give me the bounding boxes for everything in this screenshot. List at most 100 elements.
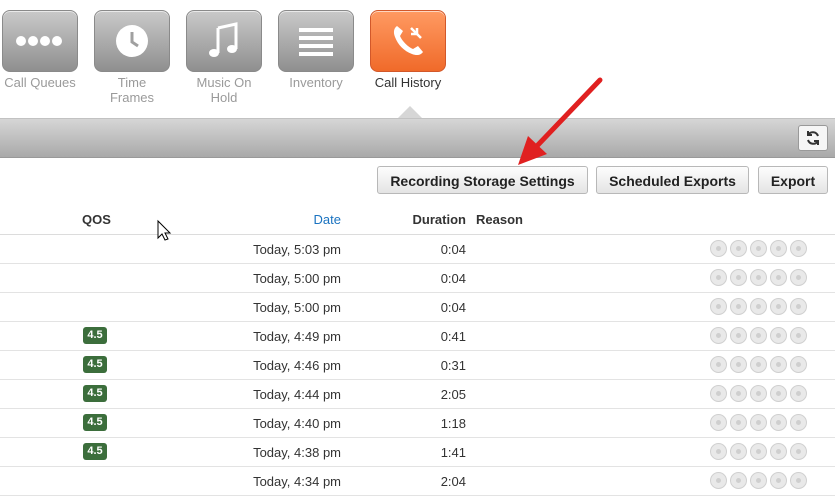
app-call-queues[interactable]: Call Queues <box>2 10 78 90</box>
transcript-icon[interactable] <box>770 472 787 489</box>
user-icon[interactable] <box>710 472 727 489</box>
details-icon[interactable] <box>790 443 807 460</box>
table-row[interactable]: Today, 5:00 pm 0:04 <box>0 293 835 322</box>
column-header-qos[interactable]: QOS <box>82 212 111 227</box>
details-icon[interactable] <box>790 472 807 489</box>
call-date: Today, 5:00 pm <box>253 271 341 286</box>
scheduled-exports-button[interactable]: Scheduled Exports <box>596 166 749 194</box>
music-note-icon <box>186 10 262 72</box>
speaker-icon[interactable] <box>730 240 747 257</box>
table-row[interactable]: Today, 4:34 pm 2:04 <box>0 467 835 496</box>
table-header: QOS Date Duration Reason <box>0 206 835 235</box>
details-icon[interactable] <box>790 356 807 373</box>
row-actions <box>710 269 810 287</box>
table-row[interactable]: 4.5 Today, 4:46 pm 0:31 <box>0 351 835 380</box>
call-duration: 0:04 <box>440 271 466 286</box>
search-icon[interactable] <box>750 385 767 402</box>
dots-icon <box>2 10 78 72</box>
call-date: Today, 4:40 pm <box>253 416 341 431</box>
table-row[interactable]: Today, 5:03 pm 0:04 <box>0 235 835 264</box>
row-actions <box>710 414 810 432</box>
call-duration: 0:04 <box>440 300 466 315</box>
user-icon[interactable] <box>710 385 727 402</box>
qos-badge: 4.5 <box>83 443 107 460</box>
row-actions <box>710 443 810 461</box>
user-icon[interactable] <box>710 414 727 431</box>
search-icon[interactable] <box>750 472 767 489</box>
app-inventory[interactable]: Inventory <box>278 10 354 90</box>
transcript-icon[interactable] <box>770 414 787 431</box>
details-icon[interactable] <box>790 414 807 431</box>
column-header-date[interactable]: Date <box>314 212 341 227</box>
table-row[interactable]: 4.5 Today, 4:40 pm 1:18 <box>0 409 835 438</box>
table-row[interactable]: 4.5 Today, 4:44 pm 2:05 <box>0 380 835 409</box>
app-label: Time Frames <box>109 75 155 105</box>
qos-badge: 4.5 <box>83 356 107 373</box>
details-icon[interactable] <box>790 240 807 257</box>
transcript-icon[interactable] <box>770 356 787 373</box>
list-icon <box>278 10 354 72</box>
table-row[interactable]: 4.5 Today, 4:38 pm 1:41 <box>0 438 835 467</box>
speaker-icon[interactable] <box>730 443 747 460</box>
app-label: Call History <box>374 75 442 90</box>
speaker-icon[interactable] <box>730 327 747 344</box>
column-header-reason[interactable]: Reason <box>476 212 523 227</box>
user-icon[interactable] <box>710 298 727 315</box>
transcript-icon[interactable] <box>770 443 787 460</box>
phone-history-icon <box>370 10 446 72</box>
row-actions <box>710 356 810 374</box>
call-date: Today, 4:44 pm <box>253 387 341 402</box>
app-call-history[interactable]: Call History <box>370 10 446 90</box>
row-actions <box>710 327 810 345</box>
app-music-on-hold[interactable]: Music On Hold <box>186 10 262 105</box>
search-icon[interactable] <box>750 327 767 344</box>
call-date: Today, 4:49 pm <box>253 329 341 344</box>
search-icon[interactable] <box>750 298 767 315</box>
app-label: Inventory <box>289 75 343 90</box>
details-icon[interactable] <box>790 298 807 315</box>
table-row[interactable]: 4.5 Today, 4:49 pm 0:41 <box>0 322 835 351</box>
user-icon[interactable] <box>710 327 727 344</box>
speaker-icon[interactable] <box>730 298 747 315</box>
refresh-button[interactable] <box>798 125 828 151</box>
details-icon[interactable] <box>790 385 807 402</box>
transcript-icon[interactable] <box>770 298 787 315</box>
speaker-icon[interactable] <box>730 356 747 373</box>
transcript-icon[interactable] <box>770 240 787 257</box>
app-launcher: Call Queues Time Frames Music On Hold In… <box>0 0 835 118</box>
user-icon[interactable] <box>710 356 727 373</box>
qos-badge: 4.5 <box>83 414 107 431</box>
call-date: Today, 5:03 pm <box>253 242 341 257</box>
column-header-duration[interactable]: Duration <box>413 212 466 227</box>
search-icon[interactable] <box>750 414 767 431</box>
row-actions <box>710 472 810 490</box>
user-icon[interactable] <box>710 240 727 257</box>
call-duration: 0:31 <box>440 358 466 373</box>
qos-badge: 4.5 <box>83 327 107 344</box>
speaker-icon[interactable] <box>730 414 747 431</box>
transcript-icon[interactable] <box>770 385 787 402</box>
call-duration: 1:18 <box>440 416 466 431</box>
row-actions <box>710 298 810 316</box>
toolbar-bar <box>0 118 835 158</box>
recording-storage-settings-button[interactable]: Recording Storage Settings <box>377 166 588 194</box>
speaker-icon[interactable] <box>730 269 747 286</box>
user-icon[interactable] <box>710 269 727 286</box>
search-icon[interactable] <box>750 443 767 460</box>
search-icon[interactable] <box>750 269 767 286</box>
call-date: Today, 4:46 pm <box>253 358 341 373</box>
call-duration: 0:04 <box>440 242 466 257</box>
speaker-icon[interactable] <box>730 472 747 489</box>
details-icon[interactable] <box>790 327 807 344</box>
call-duration: 0:41 <box>440 329 466 344</box>
export-button[interactable]: Export <box>758 166 828 194</box>
user-icon[interactable] <box>710 443 727 460</box>
search-icon[interactable] <box>750 240 767 257</box>
transcript-icon[interactable] <box>770 327 787 344</box>
details-icon[interactable] <box>790 269 807 286</box>
transcript-icon[interactable] <box>770 269 787 286</box>
search-icon[interactable] <box>750 356 767 373</box>
app-time-frames[interactable]: Time Frames <box>94 10 170 105</box>
speaker-icon[interactable] <box>730 385 747 402</box>
table-row[interactable]: Today, 5:00 pm 0:04 <box>0 264 835 293</box>
